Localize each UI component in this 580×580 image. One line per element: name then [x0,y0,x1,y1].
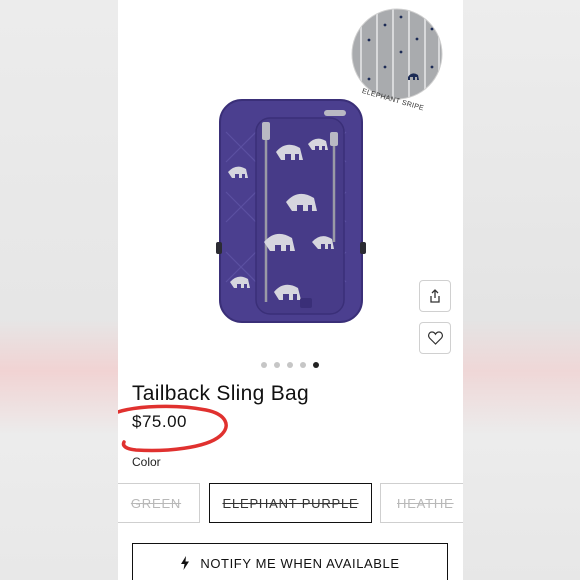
carousel-dot[interactable] [300,362,306,368]
carousel-indicator [261,362,319,368]
color-option-heather[interactable]: HEATHE [380,483,463,523]
color-option-green[interactable]: GREEN [118,483,200,523]
heart-icon [427,331,443,345]
product-image[interactable] [216,92,366,327]
background-right [462,0,580,580]
carousel-dot[interactable] [261,362,267,368]
red-annotation-circle [118,404,228,453]
color-option-elephant-purple[interactable]: ELEPHANT PURPLE [209,483,372,523]
notify-label: NOTIFY ME WHEN AVAILABLE [200,555,400,571]
pattern-swatch[interactable] [350,7,444,101]
share-icon [430,289,440,303]
carousel-dot[interactable] [274,362,280,368]
notify-me-button[interactable]: NOTIFY ME WHEN AVAILABLE [132,543,448,580]
lightning-icon [181,556,190,570]
share-button[interactable] [419,280,451,312]
wishlist-button[interactable] [419,322,451,354]
background-left [0,0,118,580]
product-page: ELEPHANT SRIPE Tailback Sling Bag $75.00… [118,0,463,580]
carousel-dot[interactable] [287,362,293,368]
color-label: Color [132,455,161,469]
carousel-dot-active[interactable] [313,362,319,368]
